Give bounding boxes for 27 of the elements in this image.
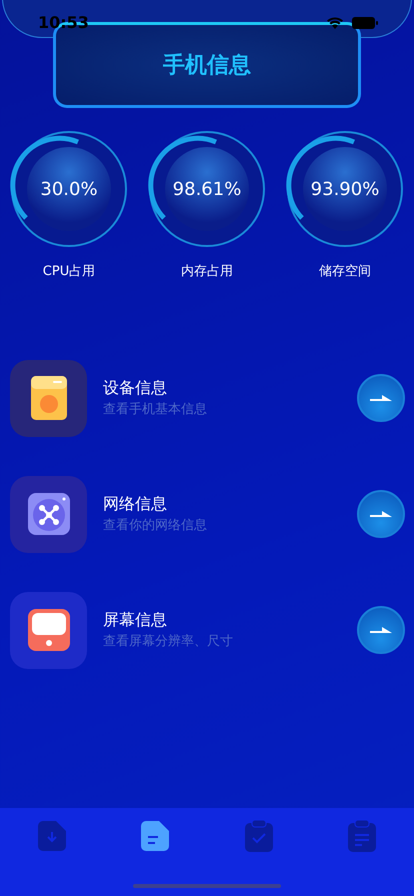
arrow-icon bbox=[370, 393, 392, 403]
arrow-button[interactable] bbox=[357, 490, 405, 538]
gauge-value: 30.0% bbox=[40, 178, 98, 202]
cabinet-icon bbox=[30, 376, 66, 420]
arrow-button[interactable] bbox=[357, 606, 405, 654]
clipboard-list-icon bbox=[348, 820, 376, 852]
item-title: 网络信息 bbox=[103, 493, 168, 516]
gauge-label: CPU占用 bbox=[42, 263, 96, 281]
clipboard-check-icon bbox=[244, 820, 273, 852]
screen-icon bbox=[28, 609, 70, 651]
wifi-icon bbox=[326, 16, 344, 30]
item-subtitle: 查看你的网络信息 bbox=[103, 517, 208, 536]
item-title: 屏幕信息 bbox=[103, 609, 168, 632]
arrow-button[interactable] bbox=[357, 374, 405, 422]
network-icon bbox=[28, 493, 70, 535]
file-download-icon bbox=[38, 821, 66, 851]
gauge-value: 93.90% bbox=[310, 178, 380, 202]
gauge-label: 内存占用 bbox=[181, 263, 233, 281]
document-icon bbox=[141, 821, 170, 851]
item-subtitle: 查看手机基本信息 bbox=[103, 401, 208, 420]
arrow-icon bbox=[370, 509, 392, 519]
battery-icon bbox=[352, 17, 378, 29]
gauge-label: 储存空间 bbox=[319, 263, 371, 281]
gauge-value: 98.61% bbox=[172, 178, 242, 202]
arrow-icon bbox=[370, 625, 392, 635]
item-title: 设备信息 bbox=[103, 377, 168, 400]
item-subtitle: 查看屏幕分辨率、尺寸 bbox=[103, 633, 234, 652]
